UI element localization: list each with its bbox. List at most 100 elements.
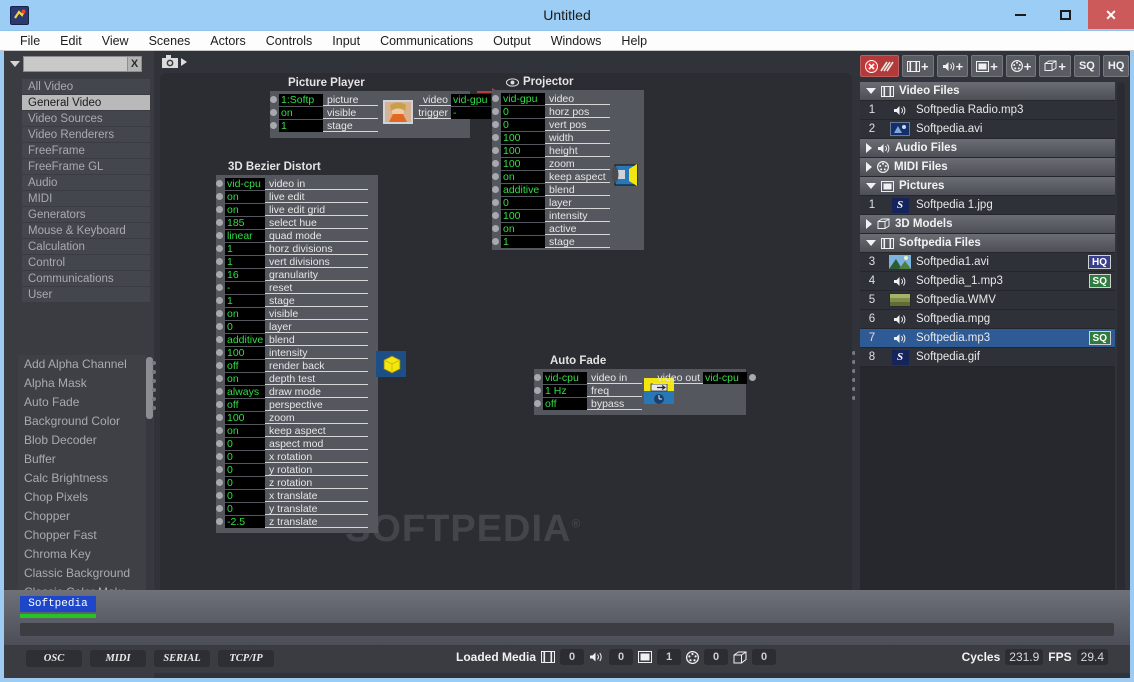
port-row[interactable]: 0 layer bbox=[492, 196, 610, 209]
port-row[interactable]: off perspective bbox=[216, 398, 368, 411]
disclosure-triangle-down-icon[interactable] bbox=[866, 88, 876, 94]
port-row[interactable]: 100 intensity bbox=[216, 346, 368, 359]
panel-resize-grip[interactable] bbox=[152, 361, 157, 415]
port-value[interactable]: on bbox=[279, 106, 323, 119]
port-dot-icon[interactable] bbox=[216, 180, 223, 187]
port-dot-icon[interactable] bbox=[534, 374, 541, 381]
disclosure-triangle-right-icon[interactable] bbox=[866, 219, 872, 229]
clear-media-button[interactable] bbox=[860, 55, 899, 77]
port-value[interactable]: 1:Softp bbox=[279, 93, 323, 106]
port-row-output[interactable]: video out vid-cpu bbox=[653, 371, 756, 384]
disclosure-triangle-right-icon[interactable] bbox=[866, 143, 872, 153]
port-value[interactable]: 0 bbox=[501, 105, 545, 118]
port-dot-icon[interactable] bbox=[216, 440, 223, 447]
menu-windows[interactable]: Windows bbox=[541, 31, 612, 51]
port-value[interactable]: additive bbox=[225, 333, 265, 346]
list-item[interactable]: Background Color bbox=[18, 412, 146, 431]
port-dot-icon[interactable] bbox=[492, 225, 499, 232]
port-row[interactable]: on active bbox=[492, 222, 610, 235]
port-dot-icon[interactable] bbox=[216, 427, 223, 434]
port-dot-icon[interactable] bbox=[216, 193, 223, 200]
port-dot-icon[interactable] bbox=[216, 362, 223, 369]
minimize-button[interactable] bbox=[998, 0, 1043, 29]
port-value[interactable]: vid-gpu bbox=[501, 92, 545, 105]
port-row[interactable]: vid-gpu video bbox=[492, 92, 610, 105]
category-video-renderers[interactable]: Video Renderers bbox=[22, 127, 150, 143]
port-dot-icon[interactable] bbox=[492, 186, 499, 193]
port-dot-icon[interactable] bbox=[270, 122, 277, 129]
protocol-tcpip-button[interactable]: TCP/IP bbox=[218, 650, 274, 667]
port-dot-icon[interactable] bbox=[216, 219, 223, 226]
port-value[interactable]: 1 bbox=[225, 255, 265, 268]
port-row[interactable]: 100 height bbox=[492, 144, 610, 157]
port-row[interactable]: 0x translate bbox=[216, 489, 368, 502]
port-row[interactable]: -2.5 z translate bbox=[216, 515, 368, 528]
port-dot-icon[interactable] bbox=[270, 109, 277, 116]
port-value[interactable]: vid-gpu bbox=[451, 93, 491, 106]
port-value[interactable]: on bbox=[225, 203, 265, 216]
port-row[interactable]: - reset bbox=[216, 281, 368, 294]
port-value[interactable]: 1 bbox=[225, 242, 265, 255]
port-value[interactable]: off bbox=[543, 397, 587, 410]
media-list-scrollbar[interactable] bbox=[1117, 82, 1125, 622]
category-calculation[interactable]: Calculation bbox=[22, 239, 150, 255]
port-row[interactable]: 0 vert pos bbox=[492, 118, 610, 131]
port-dot-icon[interactable] bbox=[216, 232, 223, 239]
port-value[interactable]: vid-cpu bbox=[225, 177, 265, 190]
port-value[interactable]: 0 bbox=[225, 489, 265, 502]
table-row[interactable]: 8 S Softpedia.gif bbox=[860, 348, 1115, 367]
media-group-midi-files[interactable]: MIDI Files bbox=[860, 158, 1115, 177]
table-row[interactable]: 2 Softpedia.avi bbox=[860, 120, 1115, 139]
category-communications[interactable]: Communications bbox=[22, 271, 150, 287]
port-dot-icon[interactable] bbox=[492, 108, 499, 115]
close-button[interactable]: ✕ bbox=[1088, 0, 1134, 29]
port-dot-icon[interactable] bbox=[492, 173, 499, 180]
menu-input[interactable]: Input bbox=[322, 31, 370, 51]
port-row[interactable]: off bypass bbox=[534, 397, 642, 410]
port-value[interactable]: 0 bbox=[501, 118, 545, 131]
port-value[interactable]: - bbox=[451, 106, 491, 119]
port-dot-icon[interactable] bbox=[216, 414, 223, 421]
scene-tab[interactable]: Softpedia bbox=[20, 596, 96, 612]
scene-timeline-strip[interactable] bbox=[20, 623, 1114, 636]
node-3d-bezier-distort[interactable]: 3D Bezier Distort vid-cpu video in on live… bbox=[216, 161, 438, 533]
node-auto-fade[interactable]: Auto Fade vid-cpu video in 1 Hz freq off by… bbox=[534, 355, 756, 415]
protocol-serial-button[interactable]: SERIAL bbox=[154, 650, 210, 667]
port-row[interactable]: 185 select hue bbox=[216, 216, 368, 229]
port-row[interactable]: 0y rotation bbox=[216, 463, 368, 476]
port-value[interactable]: 100 bbox=[501, 209, 545, 222]
port-row[interactable]: 0y translate bbox=[216, 502, 368, 515]
disclosure-triangle-down-icon[interactable] bbox=[866, 183, 876, 189]
port-row[interactable]: vid-cpu video in bbox=[216, 177, 368, 190]
port-dot-icon[interactable] bbox=[270, 96, 277, 103]
list-item[interactable]: Alpha Mask bbox=[18, 374, 146, 393]
category-all-video[interactable]: All Video bbox=[22, 79, 150, 95]
port-dot-icon[interactable] bbox=[216, 336, 223, 343]
list-item[interactable]: Auto Fade bbox=[18, 393, 146, 412]
port-row[interactable]: 0x rotation bbox=[216, 450, 368, 463]
add-audio-button[interactable]: + bbox=[936, 55, 969, 77]
clear-search-button[interactable]: X bbox=[128, 55, 142, 72]
media-group-audio-files[interactable]: Audio Files bbox=[860, 139, 1115, 158]
list-item[interactable]: Add Alpha Channel bbox=[18, 355, 146, 374]
table-row[interactable]: 6 Softpedia.mpg bbox=[860, 310, 1115, 329]
port-row[interactable]: 1:Softp picture bbox=[270, 93, 378, 106]
scene-editor-canvas[interactable]: SOFTPEDIA® Picture Player 1:Softp pictur… bbox=[160, 73, 852, 635]
port-row[interactable]: off render back bbox=[216, 359, 368, 372]
table-row[interactable]: 1 Softpedia Radio.mp3 bbox=[860, 101, 1115, 120]
port-row[interactable]: always draw mode bbox=[216, 385, 368, 398]
port-dot-icon[interactable] bbox=[216, 453, 223, 460]
port-value[interactable]: vid-cpu bbox=[543, 371, 587, 384]
port-value[interactable]: 0 bbox=[225, 437, 265, 450]
media-list[interactable]: Video Files 1 Softpedia Radio.mp3 2 Soft… bbox=[860, 82, 1115, 622]
port-dot-icon[interactable] bbox=[216, 258, 223, 265]
port-dot-icon[interactable] bbox=[216, 297, 223, 304]
port-value[interactable]: 0 bbox=[501, 196, 545, 209]
menu-controls[interactable]: Controls bbox=[256, 31, 323, 51]
quality-hq-button[interactable]: HQ bbox=[1102, 55, 1130, 77]
port-value[interactable]: 1 bbox=[279, 119, 323, 132]
menu-output[interactable]: Output bbox=[483, 31, 541, 51]
table-row[interactable]: 5 Softpedia.WMV bbox=[860, 291, 1115, 310]
port-row[interactable]: 0z rotation bbox=[216, 476, 368, 489]
port-dot-icon[interactable] bbox=[216, 466, 223, 473]
